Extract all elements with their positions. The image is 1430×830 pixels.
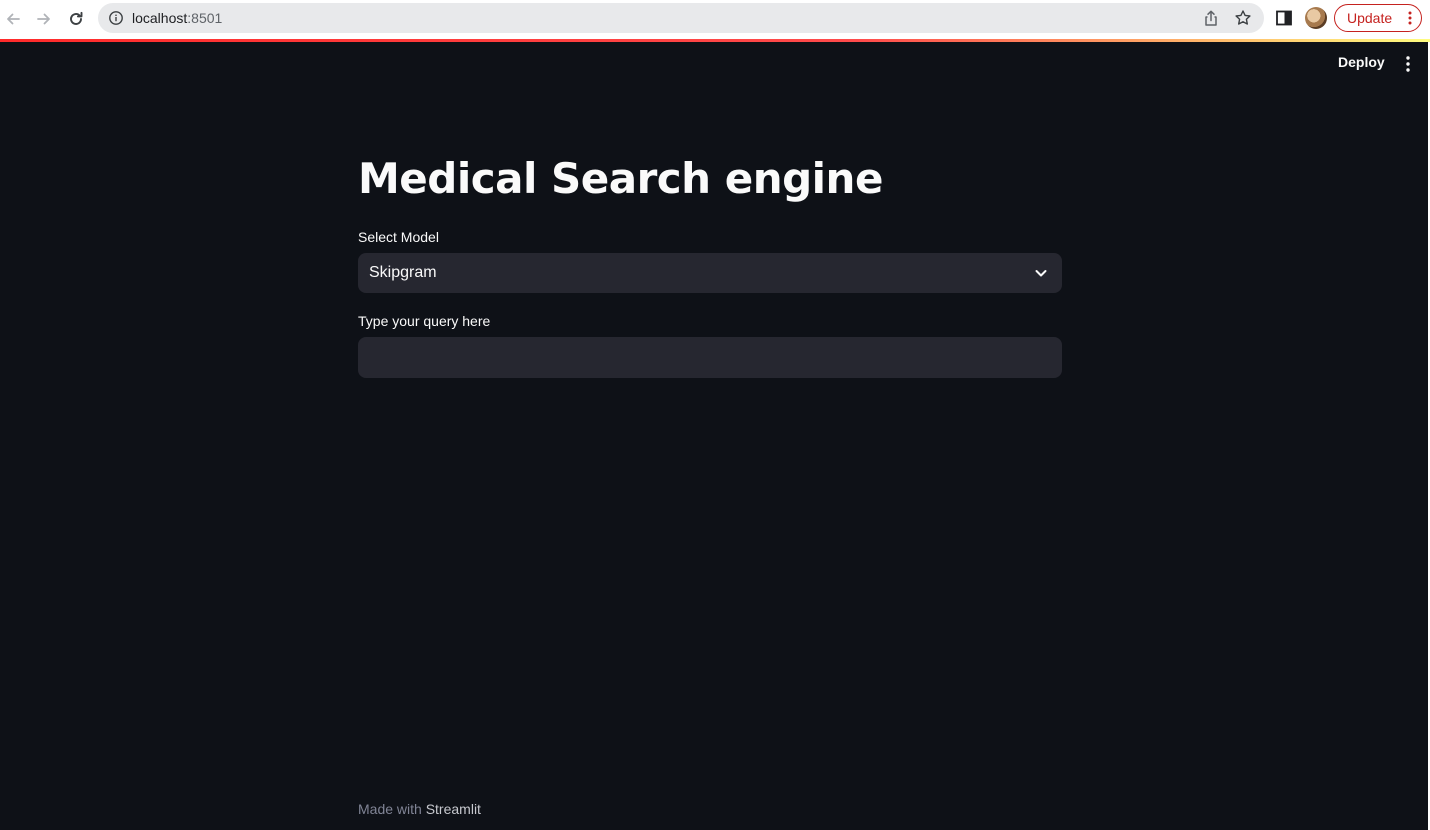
kebab-menu-icon (1408, 11, 1412, 25)
model-select-value: Skipgram (369, 264, 437, 281)
share-icon[interactable] (1202, 9, 1220, 27)
side-panel-icon[interactable] (1275, 9, 1293, 27)
reload-icon (70, 11, 83, 25)
arrow-left-icon (7, 13, 20, 25)
chevron-down-icon (1035, 270, 1047, 277)
url-port: :8501 (187, 10, 223, 26)
deploy-button[interactable]: Deploy (1330, 54, 1393, 74)
url-text: localhost:8501 (132, 10, 222, 26)
query-input[interactable] (358, 337, 1062, 378)
avatar[interactable] (1305, 7, 1327, 29)
url-host: localhost (132, 10, 188, 26)
main-menu-button[interactable] (1398, 54, 1418, 74)
forward-button[interactable] (33, 8, 55, 30)
streamlit-link[interactable]: Streamlit (426, 801, 481, 817)
arrow-right-icon (37, 13, 50, 25)
streamlit-app: Deploy Medical Search engine Select Mode… (0, 42, 1430, 830)
reload-button[interactable] (65, 8, 87, 30)
page-title: Medical Search engine (358, 154, 883, 203)
footer: Made with Streamlit (358, 801, 481, 817)
star-icon[interactable] (1234, 9, 1252, 27)
model-select[interactable]: Skipgram (358, 253, 1062, 293)
info-icon[interactable] (108, 10, 124, 26)
update-label: Update (1347, 10, 1393, 26)
footer-prefix: Made with (358, 801, 422, 817)
query-label: Type your query here (358, 313, 491, 329)
kebab-menu-icon (1406, 56, 1410, 72)
select-model-label: Select Model (358, 229, 439, 245)
browser-toolbar: localhost:8501 Update (0, 0, 1430, 39)
update-button[interactable]: Update (1334, 4, 1422, 32)
back-button[interactable] (2, 8, 24, 30)
address-bar[interactable]: localhost:8501 (98, 3, 1264, 33)
